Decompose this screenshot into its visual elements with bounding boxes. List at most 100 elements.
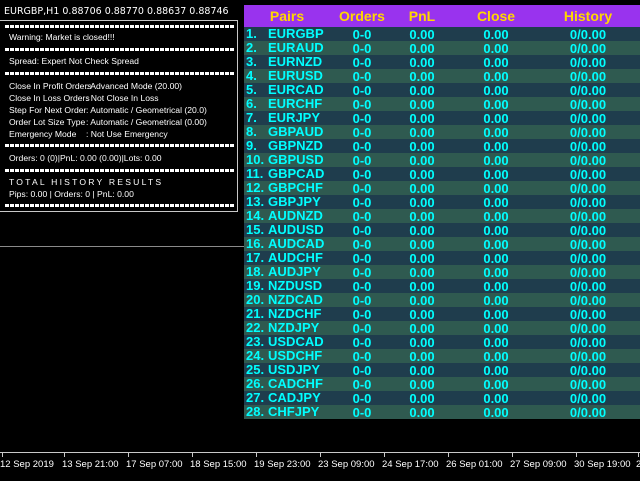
close-cell[interactable]: 0.00 bbox=[454, 363, 538, 378]
pair-cell: 7. EURJPY bbox=[244, 111, 330, 125]
close-cell[interactable]: 0.00 bbox=[454, 321, 538, 336]
pair-symbol[interactable]: EURCAD bbox=[268, 83, 324, 97]
close-cell[interactable]: 0.00 bbox=[454, 377, 538, 392]
close-cell[interactable]: 0.00 bbox=[454, 167, 538, 182]
orders-cell: 0-0 bbox=[352, 40, 372, 56]
pair-symbol[interactable]: CHFJPY bbox=[268, 405, 319, 419]
pair-symbol[interactable]: CADJPY bbox=[268, 391, 321, 405]
pair-symbol[interactable]: USDCAD bbox=[268, 335, 324, 349]
close-cell[interactable]: 0.00 bbox=[454, 125, 538, 140]
pnl-cell: 0.00 bbox=[409, 82, 435, 98]
table-row: 8. GBPAUD 0-0 0.00 0.00 0/0.00 bbox=[244, 125, 640, 140]
time-tick bbox=[64, 453, 65, 457]
table-row: 21. NZDCHF 0-0 0.00 0.00 0/0.00 bbox=[244, 307, 640, 322]
pair-symbol[interactable]: CADCHF bbox=[268, 377, 323, 391]
header-orders: Orders bbox=[339, 8, 385, 24]
pair-symbol[interactable]: AUDUSD bbox=[268, 223, 324, 237]
close-cell[interactable]: 0.00 bbox=[454, 335, 538, 350]
pnl-cell: 0.00 bbox=[409, 152, 435, 168]
orders-cell: 0-0 bbox=[352, 180, 372, 196]
row-number: 19. bbox=[246, 278, 265, 293]
close-cell[interactable]: 0.00 bbox=[454, 293, 538, 308]
close-cell[interactable]: 0.00 bbox=[454, 69, 538, 84]
close-cell[interactable]: 0.00 bbox=[454, 83, 538, 98]
pair-symbol[interactable]: EURGBP bbox=[268, 27, 324, 41]
history-cell: 0/0.00 bbox=[569, 68, 607, 84]
pair-symbol[interactable]: GBPNZD bbox=[268, 139, 323, 153]
pair-cell: 28. CHFJPY bbox=[244, 405, 330, 419]
close-cell[interactable]: 0.00 bbox=[454, 209, 538, 224]
pair-symbol[interactable]: EURUSD bbox=[268, 69, 323, 83]
close-cell[interactable]: 0.00 bbox=[454, 41, 538, 56]
time-tick bbox=[256, 453, 257, 457]
close-cell[interactable]: 0.00 bbox=[454, 391, 538, 406]
history-cell: 0/0.00 bbox=[569, 376, 607, 392]
row-number: 5. bbox=[246, 82, 257, 97]
row-number: 13. bbox=[246, 194, 265, 209]
pair-symbol[interactable]: USDJPY bbox=[268, 363, 320, 377]
pair-symbol[interactable]: AUDCHF bbox=[268, 251, 323, 265]
row-number: 17. bbox=[246, 250, 265, 265]
pair-symbol[interactable]: GBPCHF bbox=[268, 181, 323, 195]
orders-cell: 0-0 bbox=[352, 236, 372, 252]
orders-cell: 0-0 bbox=[352, 194, 372, 210]
table-row: 6. EURCHF 0-0 0.00 0.00 0/0.00 bbox=[244, 97, 640, 112]
history-cell: 0/0.00 bbox=[569, 236, 607, 252]
row-number: 1. bbox=[246, 26, 257, 41]
pair-symbol[interactable]: GBPUSD bbox=[268, 153, 324, 167]
pair-symbol[interactable]: EURCHF bbox=[268, 97, 322, 111]
pair-symbol[interactable]: NZDCHF bbox=[268, 307, 321, 321]
pair-symbol[interactable]: NZDCAD bbox=[268, 293, 323, 307]
table-row: 18. AUDJPY 0-0 0.00 0.00 0/0.00 bbox=[244, 264, 640, 280]
history-cell: 0/0.00 bbox=[569, 138, 607, 154]
close-cell[interactable]: 0.00 bbox=[454, 279, 538, 294]
close-cell[interactable]: 0.00 bbox=[454, 349, 538, 364]
orders-cell: 0-0 bbox=[352, 82, 372, 98]
close-cell[interactable]: 0.00 bbox=[454, 195, 538, 210]
orders-cell: 0-0 bbox=[352, 138, 372, 154]
close-cell[interactable]: 0.00 bbox=[454, 27, 538, 42]
setting-key: Order Lot Size Type bbox=[9, 117, 86, 127]
orders-cell: 0-0 bbox=[352, 264, 372, 280]
pair-symbol[interactable]: EURJPY bbox=[268, 111, 320, 125]
chart-symbol-line: EURGBP,H1 0.88706 0.88770 0.88637 0.8874… bbox=[4, 6, 229, 17]
close-cell[interactable]: 0.00 bbox=[454, 265, 538, 280]
history-cell: 0/0.00 bbox=[569, 208, 607, 224]
pair-symbol[interactable]: GBPAUD bbox=[268, 125, 323, 139]
close-cell[interactable]: 0.00 bbox=[454, 251, 538, 266]
pair-symbol[interactable]: GBPJPY bbox=[268, 195, 321, 209]
pair-symbol[interactable]: NZDUSD bbox=[268, 279, 322, 293]
table-row: 28. CHFJPY 0-0 0.00 0.00 0/0.00 bbox=[244, 405, 640, 420]
pair-cell: 16. AUDCAD bbox=[244, 237, 330, 251]
table-row: 9. GBPNZD 0-0 0.00 0.00 0/0.00 bbox=[244, 138, 640, 154]
time-label: 13 Sep 21:00 bbox=[62, 459, 119, 470]
close-cell[interactable]: 0.00 bbox=[454, 55, 538, 70]
orders-cell: 0-0 bbox=[352, 292, 372, 308]
close-cell[interactable]: 0.00 bbox=[454, 111, 538, 126]
history-cell: 0/0.00 bbox=[569, 264, 607, 280]
close-cell[interactable]: 0.00 bbox=[454, 97, 538, 112]
pair-symbol[interactable]: EURNZD bbox=[268, 55, 322, 69]
close-cell[interactable]: 0.00 bbox=[454, 237, 538, 252]
close-cell[interactable]: 0.00 bbox=[454, 153, 538, 168]
ea-info-panel: Warning: Market is closed!!! Spread: Exp… bbox=[0, 20, 238, 212]
close-cell[interactable]: 0.00 bbox=[454, 223, 538, 238]
orders-cell: 0-0 bbox=[352, 390, 372, 406]
table-row: 2. EURAUD 0-0 0.00 0.00 0/0.00 bbox=[244, 40, 640, 56]
close-cell[interactable]: 0.00 bbox=[454, 181, 538, 196]
emergency-setting: Emergency Mode: Not Use Emergency bbox=[9, 129, 168, 139]
close-cell[interactable]: 0.00 bbox=[454, 405, 538, 420]
pair-symbol[interactable]: NZDJPY bbox=[268, 321, 319, 335]
close-cell[interactable]: 0.00 bbox=[454, 307, 538, 322]
table-row: 15. AUDUSD 0-0 0.00 0.00 0/0.00 bbox=[244, 223, 640, 238]
separator bbox=[5, 71, 235, 75]
pair-cell: 13. GBPJPY bbox=[244, 195, 330, 209]
table-row: 26. CADCHF 0-0 0.00 0.00 0/0.00 bbox=[244, 376, 640, 392]
pair-symbol[interactable]: AUDCAD bbox=[268, 237, 324, 251]
close-cell[interactable]: 0.00 bbox=[454, 139, 538, 154]
pair-symbol[interactable]: USDCHF bbox=[268, 349, 322, 363]
pair-symbol[interactable]: GBPCAD bbox=[268, 167, 324, 181]
pair-symbol[interactable]: EURAUD bbox=[268, 41, 324, 55]
pair-symbol[interactable]: AUDJPY bbox=[268, 265, 321, 279]
pair-symbol[interactable]: AUDNZD bbox=[268, 209, 323, 223]
